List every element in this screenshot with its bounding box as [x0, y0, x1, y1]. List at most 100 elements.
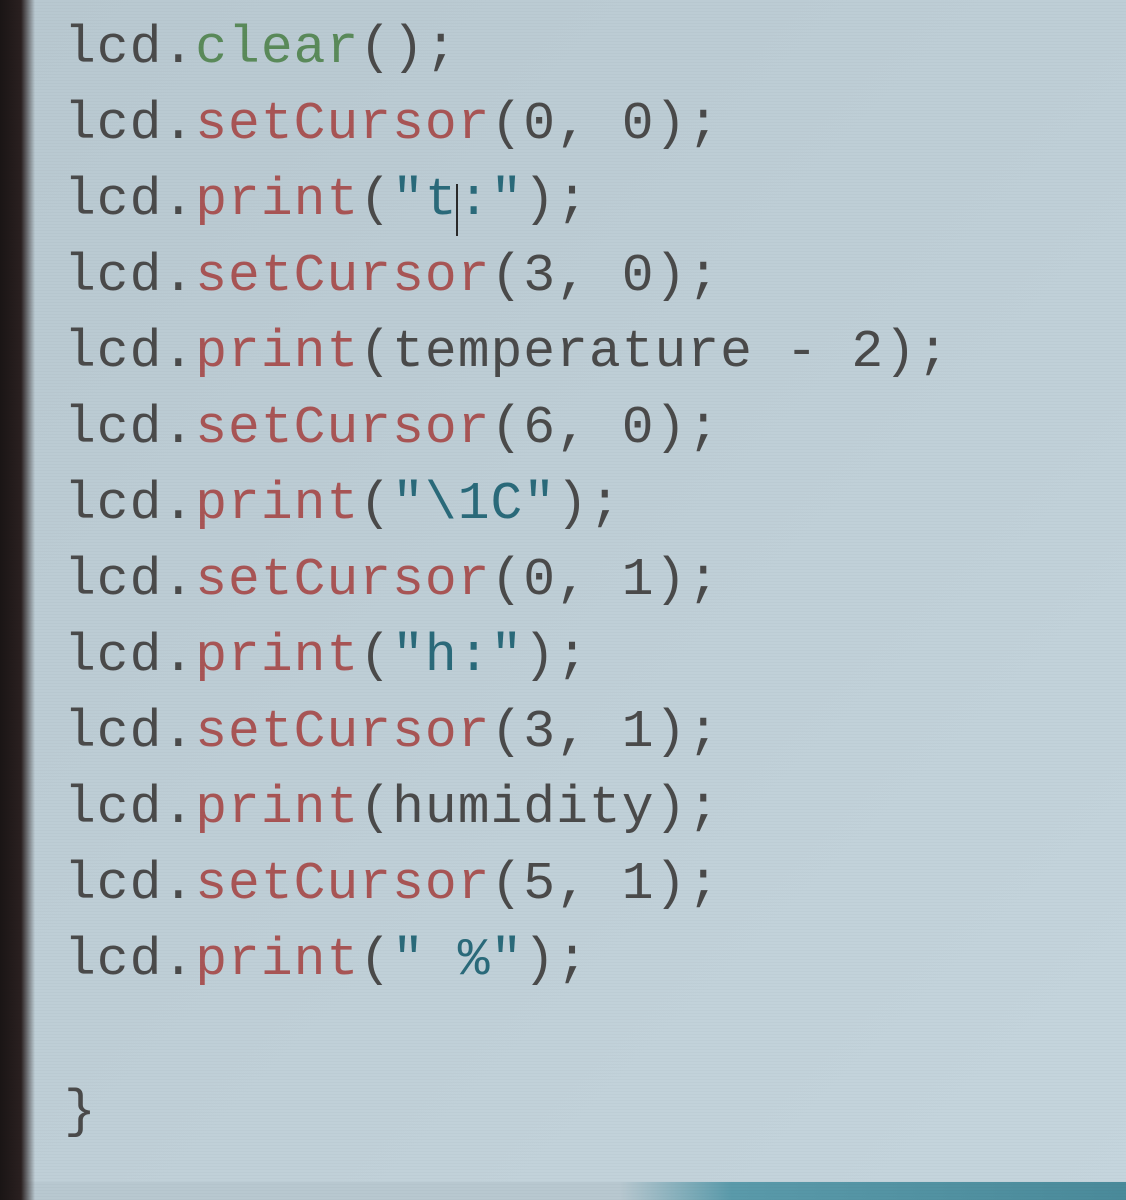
- comma: ,: [556, 94, 622, 154]
- dot: .: [162, 246, 195, 306]
- object-name: lcd: [64, 550, 162, 610]
- object-name: lcd: [64, 702, 162, 762]
- code-line[interactable]: lcd.setCursor(6, 0);: [64, 390, 1126, 466]
- code-line[interactable]: lcd.setCursor(0, 1);: [64, 542, 1126, 618]
- number-literal: 3: [523, 702, 556, 762]
- object-name: lcd: [64, 778, 162, 838]
- dot: .: [162, 474, 195, 534]
- method-name: print: [195, 322, 359, 382]
- method-name: print: [195, 474, 359, 534]
- dot: .: [162, 702, 195, 762]
- semicolon: ;: [556, 170, 589, 230]
- object-name: lcd: [64, 246, 162, 306]
- code-line[interactable]: lcd.print("t:");: [64, 162, 1126, 238]
- code-line[interactable]: lcd.clear();: [64, 10, 1126, 86]
- open-paren: (: [490, 398, 523, 458]
- code-line[interactable]: lcd.setCursor(0, 0);: [64, 86, 1126, 162]
- open-paren: (: [490, 94, 523, 154]
- dot: .: [162, 18, 195, 78]
- variable: temperature: [392, 322, 753, 382]
- semicolon: ;: [556, 626, 589, 686]
- code-line[interactable]: lcd.setCursor(5, 1);: [64, 846, 1126, 922]
- open-paren: (: [359, 930, 392, 990]
- open-paren: (: [359, 18, 392, 78]
- method-name: setCursor: [195, 550, 490, 610]
- code-line[interactable]: lcd.print("\1C");: [64, 466, 1126, 542]
- variable: humidity: [392, 778, 654, 838]
- number-literal: 0: [622, 398, 655, 458]
- method-name: print: [195, 170, 359, 230]
- blank-line: [64, 998, 1126, 1074]
- number-literal: 1: [622, 702, 655, 762]
- code-line[interactable]: lcd.setCursor(3, 0);: [64, 238, 1126, 314]
- method-name: setCursor: [195, 246, 490, 306]
- number-literal: 1: [622, 854, 655, 914]
- number-literal: 5: [523, 854, 556, 914]
- code-line[interactable]: lcd.print(" %");: [64, 922, 1126, 998]
- dot: .: [162, 854, 195, 914]
- closing-brace: }: [64, 1082, 97, 1142]
- method-name: setCursor: [195, 854, 490, 914]
- close-paren: ): [655, 854, 688, 914]
- object-name: lcd: [64, 18, 162, 78]
- close-paren: ): [655, 550, 688, 610]
- method-name: clear: [195, 18, 359, 78]
- close-paren: ): [523, 170, 556, 230]
- open-paren: (: [359, 322, 392, 382]
- string-literal: :": [458, 170, 524, 230]
- code-line[interactable]: lcd.print(temperature - 2);: [64, 314, 1126, 390]
- semicolon: ;: [687, 550, 720, 610]
- open-paren: (: [490, 702, 523, 762]
- comma: ,: [556, 246, 622, 306]
- text-cursor: [456, 184, 458, 236]
- close-paren: ): [655, 702, 688, 762]
- object-name: lcd: [64, 474, 162, 534]
- dot: .: [162, 626, 195, 686]
- method-name: setCursor: [195, 398, 490, 458]
- semicolon: ;: [687, 94, 720, 154]
- method-name: print: [195, 626, 359, 686]
- semicolon: ;: [425, 18, 458, 78]
- code-line[interactable]: lcd.print(humidity);: [64, 770, 1126, 846]
- comma: ,: [556, 398, 622, 458]
- semicolon: ;: [917, 322, 950, 382]
- dot: .: [162, 94, 195, 154]
- dot: .: [162, 398, 195, 458]
- semicolon: ;: [687, 398, 720, 458]
- close-paren: ): [884, 322, 917, 382]
- closing-brace-line: }: [64, 1074, 1126, 1150]
- semicolon: ;: [687, 778, 720, 838]
- method-name: setCursor: [195, 94, 490, 154]
- close-paren: ): [556, 474, 589, 534]
- close-paren: ): [655, 398, 688, 458]
- open-paren: (: [490, 550, 523, 610]
- comma: ,: [556, 550, 622, 610]
- object-name: lcd: [64, 398, 162, 458]
- object-name: lcd: [64, 854, 162, 914]
- open-paren: (: [359, 170, 392, 230]
- object-name: lcd: [64, 626, 162, 686]
- number-literal: 2: [851, 322, 884, 382]
- close-paren: ): [655, 778, 688, 838]
- number-literal: 0: [523, 94, 556, 154]
- code-line[interactable]: lcd.setCursor(3, 1);: [64, 694, 1126, 770]
- semicolon: ;: [687, 246, 720, 306]
- close-paren: ): [655, 246, 688, 306]
- code-line[interactable]: lcd.print("h:");: [64, 618, 1126, 694]
- dot: .: [162, 930, 195, 990]
- comma: ,: [556, 854, 622, 914]
- string-literal: "h:": [392, 626, 523, 686]
- number-literal: 1: [622, 550, 655, 610]
- number-literal: 0: [622, 94, 655, 154]
- object-name: lcd: [64, 322, 162, 382]
- close-paren: ): [523, 626, 556, 686]
- semicolon: ;: [589, 474, 622, 534]
- open-paren: (: [490, 854, 523, 914]
- string-literal: " %": [392, 930, 523, 990]
- code-editor[interactable]: lcd.clear();lcd.setCursor(0, 0);lcd.prin…: [0, 0, 1126, 1150]
- bottom-status-bar: [0, 1182, 1126, 1200]
- number-literal: 6: [523, 398, 556, 458]
- string-literal: "\1C": [392, 474, 556, 534]
- open-paren: (: [359, 474, 392, 534]
- dot: .: [162, 550, 195, 610]
